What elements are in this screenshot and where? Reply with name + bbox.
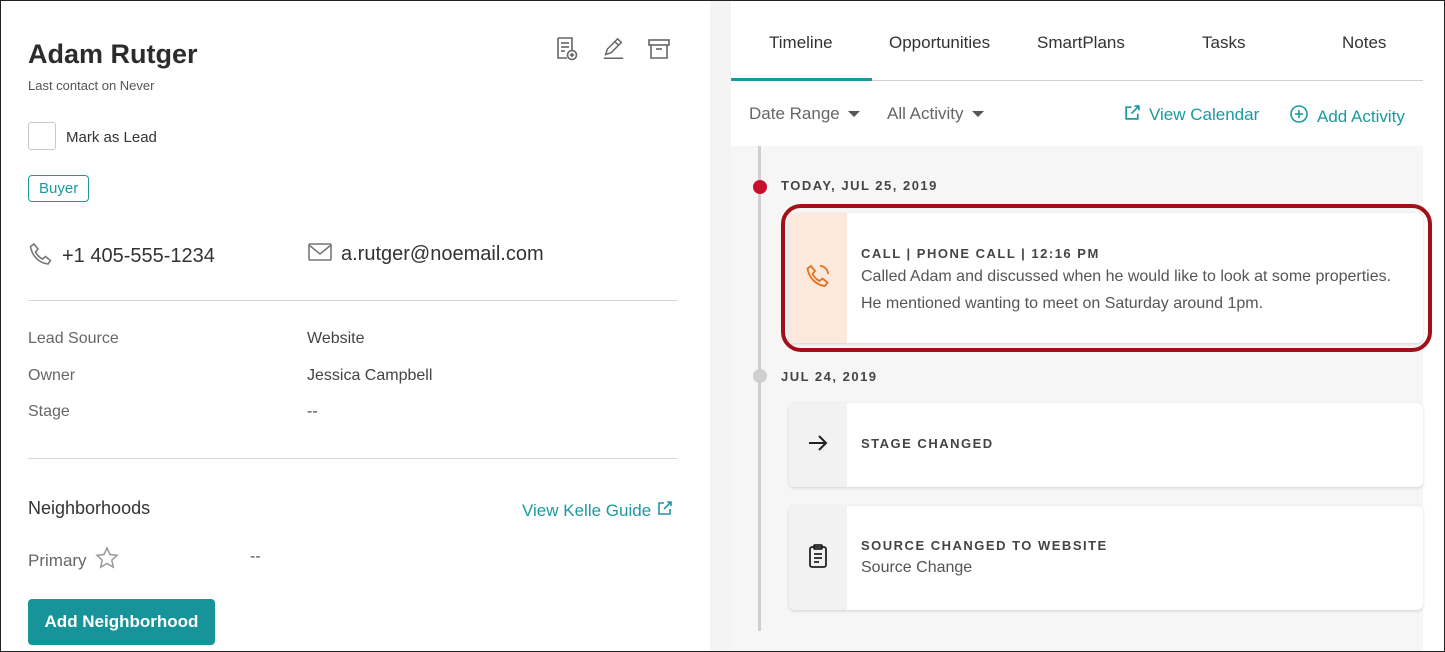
active-tab-indicator bbox=[731, 78, 872, 81]
mark-as-lead-label: Mark as Lead bbox=[66, 129, 157, 146]
activity-filter-label: All Activity bbox=[887, 104, 964, 123]
divider bbox=[28, 458, 677, 459]
clipboard-icon bbox=[806, 543, 830, 574]
arrow-right-icon bbox=[806, 431, 830, 460]
header-actions bbox=[555, 36, 671, 62]
tab-timeline[interactable]: Timeline bbox=[769, 33, 833, 53]
archive-icon[interactable] bbox=[647, 36, 671, 62]
timeline-dot bbox=[753, 369, 767, 383]
stage-value: -- bbox=[307, 403, 318, 420]
new-document-icon[interactable] bbox=[555, 36, 579, 62]
primary-label: Primary bbox=[28, 550, 87, 570]
last-contact-text: Last contact on Never bbox=[28, 78, 155, 93]
email-contact[interactable]: a.rutger@noemail.com bbox=[307, 241, 544, 268]
external-link-icon bbox=[1124, 104, 1141, 126]
timeline-line bbox=[758, 146, 761, 631]
contact-name: Adam Rutger bbox=[28, 39, 198, 69]
lead-source-value: Website bbox=[307, 330, 365, 347]
date-range-dropdown[interactable]: Date Range bbox=[749, 104, 860, 124]
timeline-dot-today bbox=[753, 180, 767, 194]
timeline-date-today: TODAY, JUL 25, 2019 bbox=[781, 178, 938, 193]
mark-as-lead-checkbox[interactable] bbox=[28, 122, 56, 150]
timeline-card-source[interactable]: SOURCE CHANGED TO WEBSITE Source Change bbox=[789, 506, 1423, 610]
email-address[interactable]: a.rutger@noemail.com bbox=[341, 243, 544, 266]
timeline-date: JUL 24, 2019 bbox=[781, 369, 878, 384]
card-title: SOURCE CHANGED TO WEBSITE bbox=[861, 538, 1108, 553]
date-range-label: Date Range bbox=[749, 104, 840, 123]
timeline-card-stage[interactable]: STAGE CHANGED bbox=[789, 403, 1423, 487]
highlight-annotation bbox=[781, 204, 1432, 352]
stage-label: Stage bbox=[28, 403, 70, 420]
tab-notes[interactable]: Notes bbox=[1342, 33, 1386, 53]
add-activity-label: Add Activity bbox=[1317, 106, 1405, 126]
neighborhoods-heading: Neighborhoods bbox=[28, 498, 151, 518]
caret-down-icon bbox=[971, 111, 984, 117]
phone-contact[interactable]: +1 405-555-1234 bbox=[28, 241, 215, 272]
primary-neighborhood-value: -- bbox=[250, 548, 261, 565]
add-activity-link[interactable]: Add Activity bbox=[1289, 104, 1405, 129]
mail-icon bbox=[307, 241, 333, 268]
tab-opportunities[interactable]: Opportunities bbox=[889, 33, 990, 53]
phone-icon bbox=[28, 241, 54, 272]
view-calendar-label: View Calendar bbox=[1149, 105, 1260, 124]
tab-bar: Timeline Opportunities SmartPlans Tasks … bbox=[731, 1, 1423, 81]
phone-number[interactable]: +1 405-555-1234 bbox=[62, 245, 215, 268]
tab-smartplans[interactable]: SmartPlans bbox=[1037, 33, 1125, 53]
activity-filter-dropdown[interactable]: All Activity bbox=[887, 104, 984, 124]
owner-value: Jessica Campbell bbox=[307, 367, 433, 384]
divider bbox=[28, 300, 677, 301]
buyer-tag[interactable]: Buyer bbox=[28, 175, 90, 202]
owner-label: Owner bbox=[28, 367, 76, 384]
card-title: STAGE CHANGED bbox=[861, 436, 994, 451]
card-icon-column bbox=[789, 403, 847, 487]
view-guide-label[interactable]: View Kelle Guide bbox=[522, 501, 651, 521]
card-body: Source Change bbox=[861, 559, 973, 576]
contact-details-panel: Adam Rutger Last contact on Never Mark a… bbox=[1, 1, 710, 651]
caret-down-icon bbox=[847, 111, 860, 117]
star-icon[interactable] bbox=[94, 546, 119, 575]
primary-neighborhood: Primary bbox=[28, 546, 119, 575]
lead-source-label: Lead Source bbox=[28, 330, 119, 347]
edit-pencil-icon[interactable] bbox=[601, 36, 625, 62]
add-neighborhood-button[interactable]: Add Neighborhood bbox=[28, 599, 215, 645]
external-link-icon bbox=[657, 500, 673, 521]
view-guide-link[interactable]: View Kelle Guide bbox=[522, 500, 673, 521]
card-icon-column bbox=[789, 506, 847, 610]
tab-tasks[interactable]: Tasks bbox=[1202, 33, 1245, 53]
plus-circle-icon bbox=[1289, 104, 1309, 129]
view-calendar-link[interactable]: View Calendar bbox=[1124, 104, 1259, 126]
